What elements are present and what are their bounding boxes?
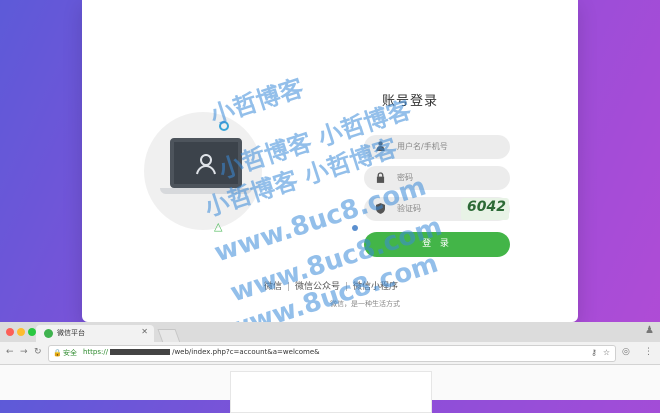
slogan: 微信，是一种生活方式 [330, 300, 400, 308]
address-bar[interactable]: 🔒 安全 https:// /web/index.php?c=account&a=… [48, 345, 616, 362]
link-weixin[interactable]: 微信 [264, 279, 282, 292]
ring-decoration-icon [219, 121, 229, 131]
maximize-window-icon[interactable] [28, 328, 36, 336]
wechat-favicon-icon [44, 329, 53, 338]
secure-label: 安全 [63, 349, 77, 357]
product-links: 微信 微信公众号 微信小程序 [264, 279, 398, 292]
user-icon [376, 141, 386, 153]
extension-icon[interactable]: ◎ [622, 347, 630, 357]
minimize-window-icon[interactable] [17, 328, 25, 336]
browser-toolbar: ← → ↻ 🔒 安全 https:// /web/index.php?c=acco… [0, 342, 660, 365]
menu-icon[interactable]: ⋮ [644, 347, 653, 357]
triangle-decoration-icon: △ [214, 220, 223, 233]
key-icon[interactable]: ⚷ [591, 348, 597, 357]
captcha-image[interactable]: 6042 [461, 198, 509, 220]
password-field[interactable]: 密码 [364, 166, 510, 190]
shield-icon [376, 203, 386, 215]
captcha-placeholder: 验证码 [397, 204, 421, 213]
redacted-domain [110, 349, 171, 355]
browser-window: 微信平台 ✕ ♟ ← → ↻ 🔒 安全 https:// /web/index.p… [0, 322, 660, 413]
divider [288, 282, 290, 291]
laptop-base [160, 188, 252, 194]
new-tab-button[interactable] [157, 329, 181, 343]
login-card: △ [82, 0, 578, 322]
login-title: 账号登录 [382, 94, 439, 109]
profile-icon[interactable]: ♟ [645, 325, 654, 336]
login-button[interactable]: 登 录 [364, 232, 510, 257]
link-official-account[interactable]: 微信公众号 [295, 279, 340, 292]
tab-close-icon[interactable]: ✕ [141, 327, 148, 336]
content-panel [230, 371, 432, 413]
close-window-icon[interactable] [6, 328, 14, 336]
lock-icon [376, 172, 386, 184]
url-path: /web/index.php?c=account&a=welcome& [172, 348, 320, 356]
forward-icon[interactable]: → [20, 347, 28, 357]
username-field[interactable]: 用户名/手机号 [364, 135, 510, 159]
secure-lock-icon: 🔒 [53, 349, 62, 357]
tab-title: 微信平台 [57, 329, 85, 337]
url-scheme: https:// [83, 348, 109, 356]
back-icon[interactable]: ← [6, 347, 14, 357]
password-placeholder: 密码 [397, 173, 413, 182]
page-content [0, 365, 660, 413]
link-mini-program[interactable]: 微信小程序 [353, 279, 398, 292]
bookmark-star-icon[interactable]: ☆ [603, 348, 610, 357]
tab-bar: 微信平台 ✕ ♟ [0, 322, 660, 343]
reload-icon[interactable]: ↻ [34, 347, 42, 357]
username-placeholder: 用户名/手机号 [397, 142, 448, 151]
url-text: https:// /web/index.php?c=account&a=welco… [83, 348, 320, 356]
captcha-text: 6042 [467, 199, 506, 215]
user-avatar-icon [196, 154, 216, 175]
dot-decoration-icon [352, 225, 358, 231]
divider [346, 282, 348, 291]
browser-tab[interactable]: 微信平台 ✕ [36, 325, 154, 342]
